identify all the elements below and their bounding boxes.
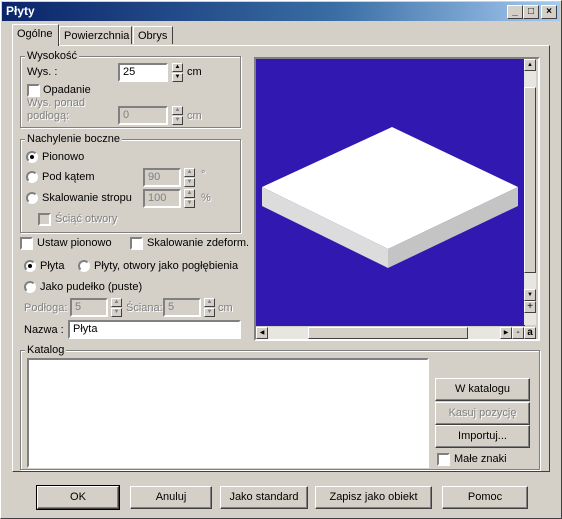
tab-outline[interactable]: Obrys xyxy=(133,26,173,44)
vertical-scroll-thumb[interactable] xyxy=(524,87,536,273)
minimize-button[interactable]: _ xyxy=(507,5,523,19)
falling-label: Opadanie xyxy=(43,84,91,96)
scroll-left-icon[interactable]: ◀ xyxy=(256,327,268,339)
above-floor-unit: cm xyxy=(187,110,202,122)
spin-up-icon[interactable]: ▲ xyxy=(184,168,195,177)
name-input[interactable]: Płyta xyxy=(68,320,241,339)
spin-up-icon[interactable]: ▲ xyxy=(111,298,122,307)
above-floor-input[interactable]: 0 xyxy=(118,106,168,125)
preview-pane[interactable]: ▲ ▼ + ◀ ▶ - a xyxy=(254,57,540,341)
catalog-list[interactable] xyxy=(27,358,429,468)
window-title: Płyty xyxy=(6,4,35,18)
set-vertical-label: Ustaw pionowo xyxy=(37,237,112,249)
small-letters-checkbox[interactable] xyxy=(437,453,450,466)
angle-unit: ° xyxy=(201,169,206,181)
plate-recess-radio[interactable] xyxy=(78,260,90,272)
scale-label: Skalowanie stropu xyxy=(42,192,132,204)
falling-checkbox[interactable] xyxy=(27,84,40,97)
vertical-label: Pionowo xyxy=(42,151,85,163)
name-label: Nazwa : xyxy=(24,324,64,336)
tilt-group-title: Nachylenie boczne xyxy=(25,133,122,145)
spin-down-icon[interactable]: ▼ xyxy=(184,199,195,208)
import-button[interactable]: Importuj... xyxy=(435,425,530,448)
height-label: Wys. : xyxy=(27,66,58,78)
auto-fit-button[interactable]: a xyxy=(524,327,536,339)
small-letters-label: Małe znaki xyxy=(454,453,507,465)
scale-input[interactable]: 100 xyxy=(143,189,181,208)
set-standard-button[interactable]: Jako standard xyxy=(220,486,308,509)
spin-up-icon[interactable]: ▲ xyxy=(184,189,195,198)
scroll-down-icon[interactable]: ▼ xyxy=(524,289,536,301)
horizontal-scroll-thumb[interactable] xyxy=(308,327,468,339)
cancel-button[interactable]: Anuluj xyxy=(130,486,212,509)
spin-down-icon[interactable]: ▼ xyxy=(204,308,215,317)
wall-input[interactable]: 5 xyxy=(163,298,201,317)
preview-canvas xyxy=(256,59,525,326)
wall-spinner[interactable]: ▲ ▼ xyxy=(204,298,215,317)
maximize-button[interactable]: □ xyxy=(523,5,539,19)
spin-up-icon[interactable]: ▲ xyxy=(172,63,183,72)
scroll-right-icon[interactable]: ▶ xyxy=(500,327,512,339)
zoom-out-button[interactable]: - xyxy=(512,327,524,339)
spin-up-icon[interactable]: ▲ xyxy=(172,106,183,115)
plate-recess-label: Płyty, otwory jako pogłębienia xyxy=(94,260,239,272)
delete-item-button[interactable]: Kasuj pozycję xyxy=(435,402,530,425)
scale-deform-checkbox[interactable] xyxy=(130,237,143,250)
to-catalog-button[interactable]: W katalogu xyxy=(435,378,530,401)
close-button[interactable]: × xyxy=(541,5,557,19)
angle-input[interactable]: 90 xyxy=(143,168,181,187)
height-unit: cm xyxy=(187,66,202,78)
zoom-in-button[interactable]: + xyxy=(524,301,536,313)
wall-unit: cm xyxy=(218,302,233,314)
wall-label: Ściana: xyxy=(126,302,163,314)
angle-spinner[interactable]: ▲ ▼ xyxy=(184,168,195,187)
title-bar: Płyty _ □ × xyxy=(2,2,560,21)
angle-label: Pod kątem xyxy=(42,171,95,183)
spin-down-icon[interactable]: ▼ xyxy=(111,308,122,317)
bevel-label: Ściąć otwory xyxy=(55,213,118,225)
floor-input[interactable]: 5 xyxy=(70,298,108,317)
floor-label: Podłoga: xyxy=(24,302,68,314)
scale-radio[interactable] xyxy=(26,192,38,204)
height-spinner[interactable]: ▲ ▼ xyxy=(172,63,183,82)
spin-down-icon[interactable]: ▼ xyxy=(184,178,195,187)
bevel-checkbox[interactable] xyxy=(38,213,51,226)
save-as-object-button[interactable]: Zapisz jako obiekt xyxy=(315,486,432,509)
scale-spinner[interactable]: ▲ ▼ xyxy=(184,189,195,208)
scroll-up-icon[interactable]: ▲ xyxy=(524,59,536,71)
spin-down-icon[interactable]: ▼ xyxy=(172,73,183,82)
scale-unit: % xyxy=(201,192,211,204)
help-button[interactable]: Pomoc xyxy=(442,486,528,509)
above-floor-spinner[interactable]: ▲ ▼ xyxy=(172,106,183,125)
height-group-title: Wysokość xyxy=(25,50,80,62)
tab-surface[interactable]: Powierzchnia xyxy=(59,26,132,44)
height-input[interactable]: 25 xyxy=(118,63,168,82)
plate-radio[interactable] xyxy=(24,260,36,272)
above-floor-label: Wys. ponad xyxy=(27,97,85,109)
above-floor-label-2: podłogą: xyxy=(27,110,70,122)
angle-radio[interactable] xyxy=(26,171,38,183)
set-vertical-checkbox[interactable] xyxy=(20,237,33,250)
box-label: Jako pudełko (puste) xyxy=(40,281,143,293)
spin-up-icon[interactable]: ▲ xyxy=(204,298,215,307)
scale-deform-label: Skalowanie zdeform. xyxy=(147,237,250,249)
floor-spinner[interactable]: ▲ ▼ xyxy=(111,298,122,317)
ok-button[interactable]: OK xyxy=(36,485,120,510)
catalog-title: Katalog xyxy=(25,344,67,356)
spin-down-icon[interactable]: ▼ xyxy=(172,116,183,125)
box-radio[interactable] xyxy=(24,281,36,293)
tab-general[interactable]: Ogólne xyxy=(12,24,59,46)
vertical-radio[interactable] xyxy=(26,151,38,163)
plate-label: Płyta xyxy=(40,260,65,272)
